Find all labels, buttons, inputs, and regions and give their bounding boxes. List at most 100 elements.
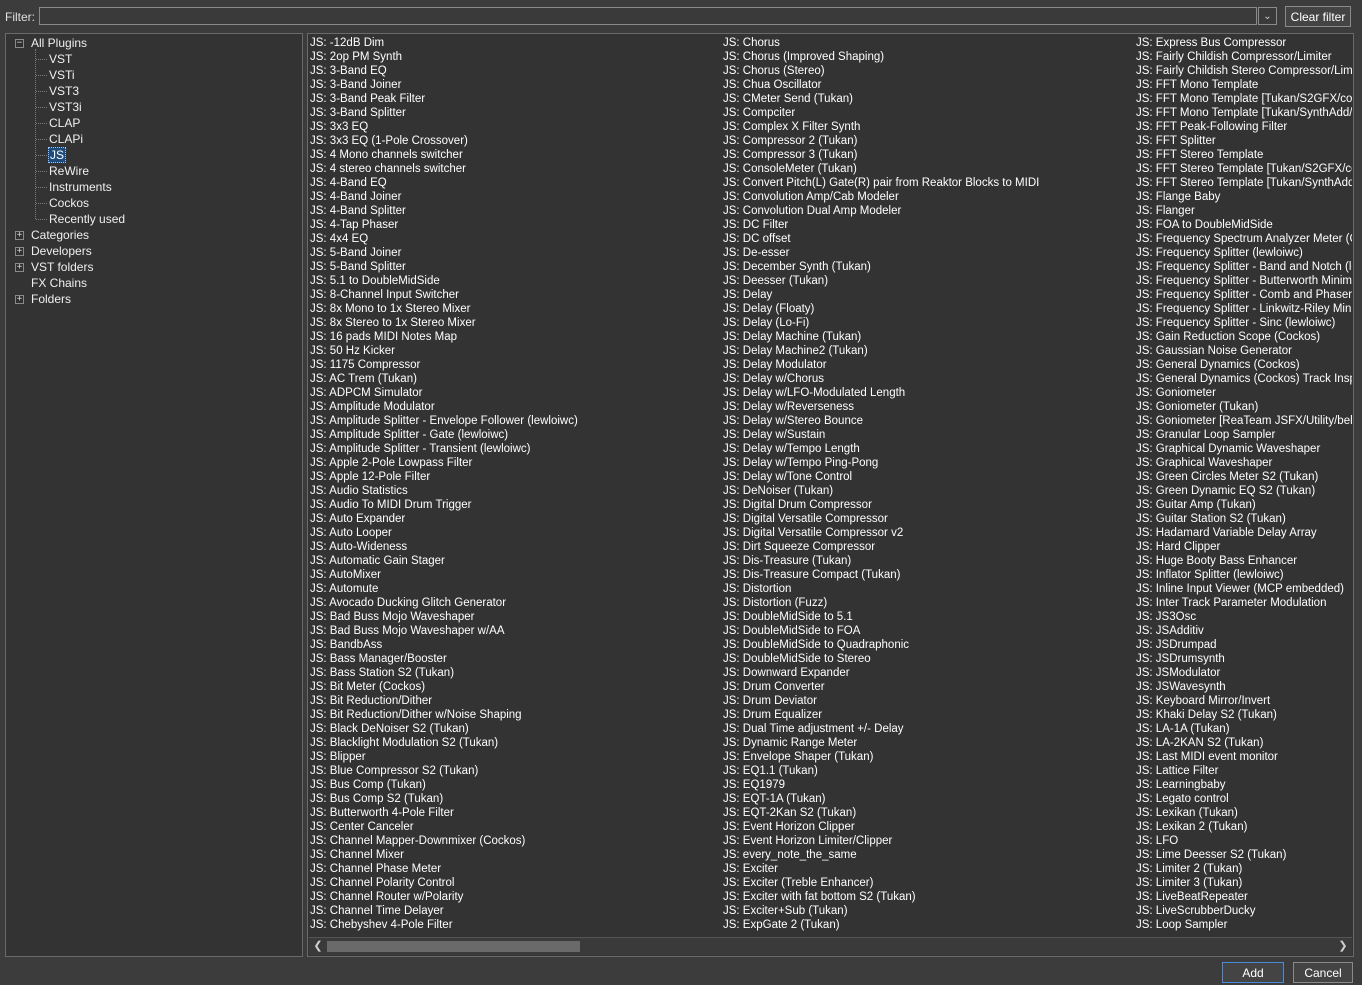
plugin-list-item[interactable]: JS: Lexikan (Tukan) bbox=[1136, 806, 1352, 820]
plugin-list-item[interactable]: JS: Flange Baby bbox=[1136, 190, 1352, 204]
plugin-list-item[interactable]: JS: Chorus (Improved Shaping) bbox=[723, 50, 1135, 64]
category-tree[interactable]: All Plugins − VST VSTi VST3 VST3i CLAP CLAPi JS R… bbox=[5, 33, 303, 957]
plugin-list-item[interactable]: JS: EQT-1A (Tukan) bbox=[723, 792, 1135, 806]
plugin-list-item[interactable]: JS: DoubleMidSide to FOA bbox=[723, 624, 1135, 638]
plugin-list-item[interactable]: JS: Guitar Amp (Tukan) bbox=[1136, 498, 1352, 512]
plugin-list-item[interactable]: JS: Distortion (Fuzz) bbox=[723, 596, 1135, 610]
plugin-list-item[interactable]: JS: Automatic Gain Stager bbox=[310, 554, 722, 568]
plugin-list-item[interactable]: JS: JSWavesynth bbox=[1136, 680, 1352, 694]
plugin-list-item[interactable]: JS: DC offset bbox=[723, 232, 1135, 246]
plugin-list-item[interactable]: JS: Digital Drum Compressor bbox=[723, 498, 1135, 512]
plugin-list-item[interactable]: JS: Blipper bbox=[310, 750, 722, 764]
plugin-list-item[interactable]: JS: Delay (Lo-Fi) bbox=[723, 316, 1135, 330]
plugin-list-item[interactable]: JS: Auto Looper bbox=[310, 526, 722, 540]
tree-node-all-plugins[interactable]: All Plugins bbox=[30, 35, 88, 51]
plugin-list-item[interactable]: JS: 3-Band Peak Filter bbox=[310, 92, 722, 106]
plugin-list-item[interactable]: JS: Loop Sampler bbox=[1136, 918, 1352, 932]
plugin-list-item[interactable]: JS: Graphical Waveshaper bbox=[1136, 456, 1352, 470]
plugin-list-item[interactable]: JS: Digital Versatile Compressor v2 bbox=[723, 526, 1135, 540]
plugin-list-item[interactable]: JS: FFT Mono Template [Tukan/S2GFX/cook bbox=[1136, 92, 1352, 106]
plugin-list-item[interactable]: JS: Complex X Filter Synth bbox=[723, 120, 1135, 134]
tree-node-developers[interactable]: Developers bbox=[30, 243, 93, 259]
plugin-list-item[interactable]: JS: General Dynamics (Cockos) Track Insp… bbox=[1136, 372, 1352, 386]
plugin-list-item[interactable]: JS: Gaussian Noise Generator bbox=[1136, 344, 1352, 358]
tree-node-categories[interactable]: Categories bbox=[30, 227, 90, 243]
chevron-left-icon[interactable]: ❮ bbox=[310, 939, 326, 953]
plugin-list-item[interactable]: JS: Lattice Filter bbox=[1136, 764, 1352, 778]
plugin-list-item[interactable]: JS: Delay w/Tempo Length bbox=[723, 442, 1135, 456]
tree-node-js[interactable]: JS bbox=[48, 147, 67, 163]
plugin-list-item[interactable]: JS: Event Horizon Clipper bbox=[723, 820, 1135, 834]
plugin-list-item[interactable]: JS: 2op PM Synth bbox=[310, 50, 722, 64]
plugin-list-item[interactable]: JS: Auto Expander bbox=[310, 512, 722, 526]
tree-node-recently-used[interactable]: Recently used bbox=[48, 211, 126, 227]
plugin-list-item[interactable]: JS: -12dB Dim bbox=[310, 36, 722, 50]
plugin-list-item[interactable]: JS: Hard Clipper bbox=[1136, 540, 1352, 554]
plugin-list-item[interactable]: JS: Delay (Floaty) bbox=[723, 302, 1135, 316]
plugin-list-item[interactable]: JS: EQ1.1 (Tukan) bbox=[723, 764, 1135, 778]
plugin-list-item[interactable]: JS: Hadamard Variable Delay Array bbox=[1136, 526, 1352, 540]
chevron-right-icon[interactable]: ❯ bbox=[1335, 939, 1351, 953]
plugin-list-item[interactable]: JS: Lime Deesser S2 (Tukan) bbox=[1136, 848, 1352, 862]
plugin-list-item[interactable]: JS: Butterworth 4-Pole Filter bbox=[310, 806, 722, 820]
plugin-list-item[interactable]: JS: 3-Band EQ bbox=[310, 64, 722, 78]
plugin-list-item[interactable]: JS: 3-Band Joiner bbox=[310, 78, 722, 92]
plugin-list-item[interactable]: JS: 5.1 to DoubleMidSide bbox=[310, 274, 722, 288]
plugin-list-item[interactable]: JS: Exciter+Sub (Tukan) bbox=[723, 904, 1135, 918]
plugin-list-item[interactable]: JS: AC Trem (Tukan) bbox=[310, 372, 722, 386]
plugin-list-item[interactable]: JS: Amplitude Splitter - Transient (lewl… bbox=[310, 442, 722, 456]
plugin-list-item[interactable]: JS: 8x Stereo to 1x Stereo Mixer bbox=[310, 316, 722, 330]
plugin-list-item[interactable]: JS: Goniometer (Tukan) bbox=[1136, 400, 1352, 414]
plugin-list-item[interactable]: JS: AutoMixer bbox=[310, 568, 722, 582]
plugin-list-item[interactable]: JS: Last MIDI event monitor bbox=[1136, 750, 1352, 764]
plugin-list-item[interactable]: JS: Amplitude Splitter - Gate (lewloiwc) bbox=[310, 428, 722, 442]
plugin-list-item[interactable]: JS: Amplitude Splitter - Envelope Follow… bbox=[310, 414, 722, 428]
plugin-list-item[interactable]: JS: 4 stereo channels switcher bbox=[310, 162, 722, 176]
plugin-list-item[interactable]: JS: Exciter with fat bottom S2 (Tukan) bbox=[723, 890, 1135, 904]
plugin-list-item[interactable]: JS: 5-Band Splitter bbox=[310, 260, 722, 274]
plugin-list-item[interactable]: JS: Auto-Wideness bbox=[310, 540, 722, 554]
plugin-list-item[interactable]: JS: Black DeNoiser S2 (Tukan) bbox=[310, 722, 722, 736]
plugin-list-item[interactable]: JS: JSModulator bbox=[1136, 666, 1352, 680]
plugin-list-item[interactable]: JS: Compciter bbox=[723, 106, 1135, 120]
horizontal-scrollbar[interactable]: ❮ ❯ bbox=[309, 937, 1352, 955]
plugin-list-item[interactable]: JS: Inline Input Viewer (MCP embedded) bbox=[1136, 582, 1352, 596]
plugin-list-item[interactable]: JS: Guitar Station S2 (Tukan) bbox=[1136, 512, 1352, 526]
plugin-list-item[interactable]: JS: Bit Reduction/Dither w/Noise Shaping bbox=[310, 708, 722, 722]
plugin-list-item[interactable]: JS: Frequency Splitter - Linkwitz-Riley … bbox=[1136, 302, 1352, 316]
plugin-list-item[interactable]: JS: DoubleMidSide to Quadraphonic bbox=[723, 638, 1135, 652]
plugin-list-item[interactable]: JS: Bit Reduction/Dither bbox=[310, 694, 722, 708]
plugin-list-item[interactable]: JS: Fairly Childish Compressor/Limiter bbox=[1136, 50, 1352, 64]
plugin-list-item[interactable]: JS: Exciter (Treble Enhancer) bbox=[723, 876, 1135, 890]
plugin-list-item[interactable]: JS: Frequency Splitter - Butterworth Min… bbox=[1136, 274, 1352, 288]
plugin-list-item[interactable]: JS: Delay bbox=[723, 288, 1135, 302]
plugin-list-item[interactable]: JS: Drum Deviator bbox=[723, 694, 1135, 708]
plus-box-icon[interactable]: + bbox=[15, 247, 24, 256]
plugin-list-item[interactable]: JS: FFT Peak-Following Filter bbox=[1136, 120, 1352, 134]
plugin-list-item[interactable]: JS: DC Filter bbox=[723, 218, 1135, 232]
plugin-list-item[interactable]: JS: JS3Osc bbox=[1136, 610, 1352, 624]
filter-dropdown-button[interactable]: ⌄ bbox=[1258, 7, 1277, 25]
scrollbar-thumb[interactable] bbox=[327, 941, 580, 952]
plugin-list-item[interactable]: JS: Green Dynamic EQ S2 (Tukan) bbox=[1136, 484, 1352, 498]
tree-node-rewire[interactable]: ReWire bbox=[48, 163, 90, 179]
plugin-list-item[interactable]: JS: BandbAss bbox=[310, 638, 722, 652]
tree-node-clap[interactable]: CLAP bbox=[48, 115, 81, 131]
plugin-list-item[interactable]: JS: Compressor 3 (Tukan) bbox=[723, 148, 1135, 162]
plugin-list-item[interactable]: JS: Goniometer bbox=[1136, 386, 1352, 400]
plugin-list-item[interactable]: JS: Dis-Treasure (Tukan) bbox=[723, 554, 1135, 568]
filter-combobox[interactable] bbox=[39, 7, 1261, 25]
plugin-list[interactable]: JS: -12dB Dim JS: 2op PM Synth JS: 3-Band … bbox=[307, 33, 1354, 957]
filter-input[interactable] bbox=[41, 9, 1261, 23]
plugin-list-item[interactable]: JS: FFT Stereo Template bbox=[1136, 148, 1352, 162]
tree-node-vst3i[interactable]: VST3i bbox=[48, 99, 83, 115]
plugin-list-item[interactable]: JS: LA-2KAN S2 (Tukan) bbox=[1136, 736, 1352, 750]
tree-node-vst3[interactable]: VST3 bbox=[48, 83, 80, 99]
plus-box-icon[interactable]: + bbox=[15, 295, 24, 304]
plugin-list-item[interactable]: JS: Chorus bbox=[723, 36, 1135, 50]
plugin-list-item[interactable]: JS: DoubleMidSide to 5.1 bbox=[723, 610, 1135, 624]
plugin-list-item[interactable]: JS: Green Circles Meter S2 (Tukan) bbox=[1136, 470, 1352, 484]
plugin-list-item[interactable]: JS: Bad Buss Mojo Waveshaper bbox=[310, 610, 722, 624]
plugin-list-item[interactable]: JS: 4-Band EQ bbox=[310, 176, 722, 190]
plugin-list-item[interactable]: JS: FFT Mono Template [Tukan/SynthAdd/co bbox=[1136, 106, 1352, 120]
